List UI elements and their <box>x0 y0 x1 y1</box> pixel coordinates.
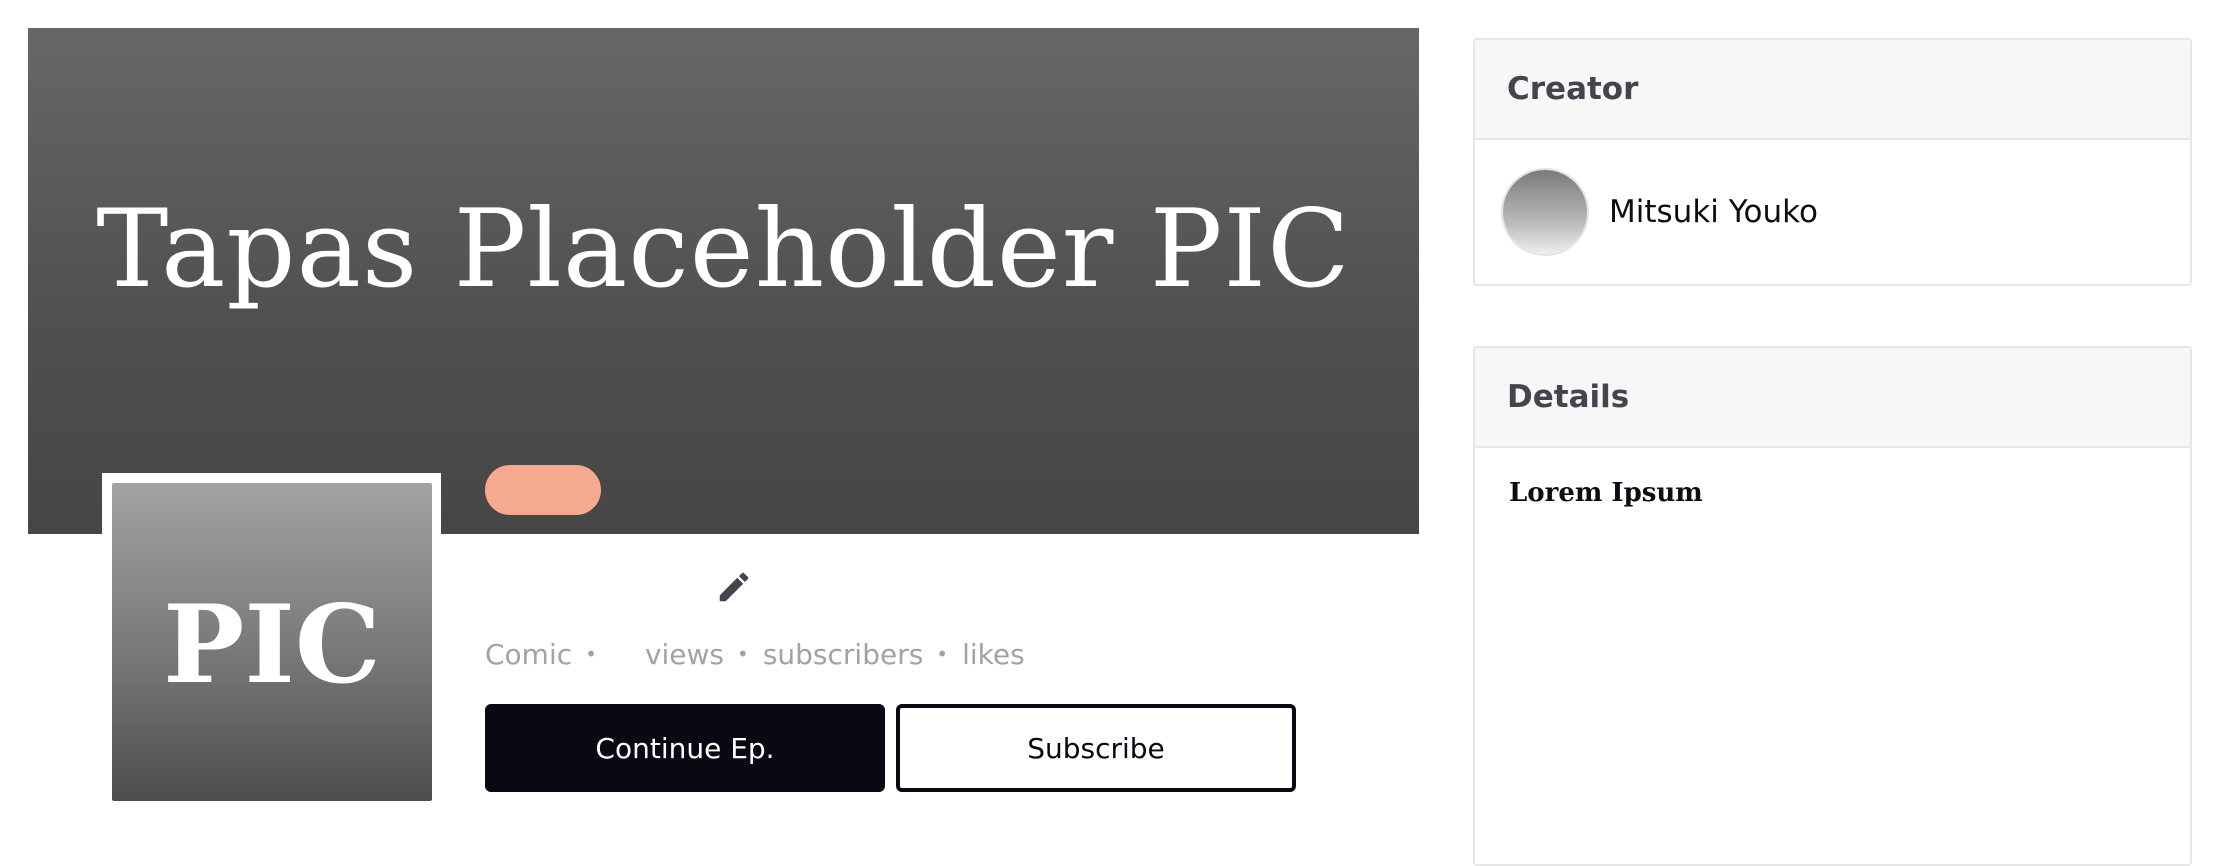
series-banner-image: Tapas Placeholder PIC <box>28 28 1419 534</box>
creator-panel: Creator Mitsuki Youko <box>1473 38 2192 286</box>
creator-name[interactable]: Mitsuki Youko <box>1609 194 1818 230</box>
creator-panel-title: Creator <box>1475 40 2190 140</box>
continue-episode-button[interactable]: Continue Ep. <box>485 704 885 792</box>
cover-placeholder-text: PIC <box>163 582 381 708</box>
stats-separator: • <box>737 642 749 666</box>
pencil-icon[interactable] <box>715 568 753 606</box>
details-panel-title: Details <box>1475 348 2190 448</box>
avatar[interactable] <box>1503 170 1587 254</box>
stats-separator: • <box>936 642 949 666</box>
series-cover-image: PIC <box>112 483 432 801</box>
banner-placeholder-text: Tapas Placeholder PIC <box>96 187 1351 312</box>
likes-label: likes <box>962 637 1025 671</box>
stats-separator: • <box>585 642 597 666</box>
genre-tag[interactable] <box>485 465 601 515</box>
series-description: Lorem Ipsum <box>1509 478 1703 508</box>
creator-profile-link[interactable]: Mitsuki Youko <box>1475 140 2190 284</box>
series-stats: Comic • views • subscribers • likes <box>485 636 1025 672</box>
subscribers-label: subscribers <box>762 637 924 671</box>
details-panel: Details Lorem Ipsum <box>1473 346 2192 866</box>
series-type: Comic <box>485 637 573 671</box>
subscribe-button[interactable]: Subscribe <box>896 704 1296 792</box>
views-label: views <box>644 637 725 671</box>
